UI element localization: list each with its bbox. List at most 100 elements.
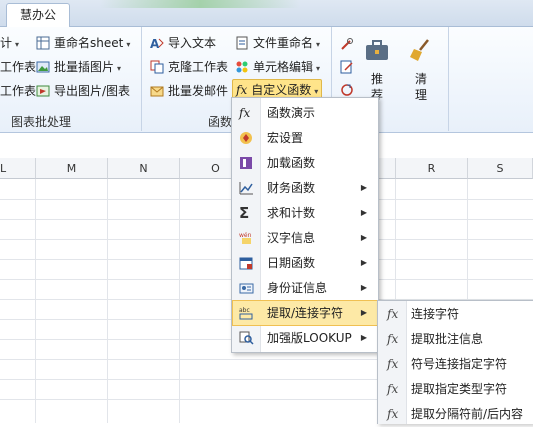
menu-item-id-card-info[interactable]: 身份证信息 ▶ (233, 276, 377, 300)
load-function-icon (240, 157, 252, 169)
svg-text:A: A (150, 37, 160, 50)
cell-edit-button[interactable]: 单元格编辑 ▾ (235, 57, 320, 77)
clean-label-2: 理 (414, 88, 427, 102)
import-text-button[interactable]: A 导入文本 (150, 33, 216, 53)
ribbon-clipped-2-label: 工作表 (0, 60, 37, 74)
column-header-s[interactable]: S (468, 158, 533, 179)
rename-sheet-icon (36, 36, 50, 50)
menu-item-label: 加载函数 (267, 156, 316, 170)
menu-item-date-function[interactable]: 日期函数 ▶ (233, 251, 377, 275)
submenu-item-label: 提取指定类型字符 (411, 382, 508, 396)
column-header-m[interactable]: M (36, 158, 108, 179)
menu-item-enhanced-lookup[interactable]: 加强版LOOKUP ▶ (233, 326, 377, 350)
menu-item-sum-count[interactable]: Σ 求和计数 ▶ (233, 201, 377, 225)
fx-icon: fx (387, 307, 399, 321)
chevron-down-icon: ▾ (314, 87, 319, 96)
menu-item-load-function[interactable]: 加载函数 (233, 151, 377, 175)
export-image-button[interactable]: 导出图片/图表 (36, 81, 130, 101)
menu-item-label: 财务函数 (267, 181, 316, 195)
menu-item-extract-connect[interactable]: abc 提取/连接字符 ▶ (232, 300, 378, 326)
rename-sheet-label: 重命名sheet (54, 36, 124, 50)
menu-item-label: 日期函数 (267, 256, 316, 270)
ribbon-clipped-2[interactable]: 工作表 (0, 57, 36, 77)
column-header-r[interactable]: R (396, 158, 468, 179)
grid-line (107, 179, 108, 423)
lookup-icon (239, 331, 254, 345)
ribbon-clipped-3-label: 工作表 (0, 84, 37, 98)
menu-item-label: 求和计数 (267, 206, 316, 220)
chinese-char-icon: wén (239, 232, 252, 244)
submenu-item-extract-delimiter[interactable]: fx 提取分隔符前/后内容 (379, 402, 533, 427)
column-header-n[interactable]: N (108, 158, 180, 179)
column-header-l[interactable]: L (0, 158, 36, 179)
clone-sheet-icon (150, 60, 164, 74)
id-card-icon (239, 283, 254, 294)
recommend-icon (366, 40, 388, 60)
chevron-right-icon: ▶ (360, 183, 367, 192)
submenu-item-extract-type[interactable]: fx 提取指定类型字符 (379, 377, 533, 402)
svg-text:abc: abc (239, 307, 250, 314)
clone-sheet-button[interactable]: 克隆工作表 (150, 57, 228, 77)
chevron-down-icon: ▾ (316, 64, 321, 73)
grid-line (179, 179, 180, 423)
chevron-right-icon: ▶ (360, 333, 367, 342)
submenu-item-label: 符号连接指定字符 (411, 357, 508, 371)
ribbon-clipped-3[interactable]: 工作表 (0, 81, 36, 101)
refresh-icon[interactable] (340, 83, 354, 97)
submenu-item-symbol-connect[interactable]: fx 符号连接指定字符 (379, 352, 533, 377)
chevron-right-icon: ▶ (360, 208, 367, 217)
fx-icon: fx (387, 332, 399, 346)
submenu-item-extract-comments[interactable]: fx 提取批注信息 (379, 327, 533, 352)
chevron-right-icon: ▶ (360, 283, 367, 292)
fx-icon: fx (239, 106, 251, 120)
chevron-right-icon: ▶ (360, 308, 367, 317)
batch-mail-icon (150, 86, 164, 97)
menu-item-function-demo[interactable]: fx 函数演示 (233, 101, 377, 125)
submenu-item-connect-chars[interactable]: fx 连接字符 (379, 302, 533, 327)
export-image-label: 导出图片/图表 (54, 84, 131, 98)
text-extract-icon: abc (239, 307, 253, 320)
menu-item-chinese-char-info[interactable]: wén 汉字信息 ▶ (233, 226, 377, 250)
custom-function-menu: fx 函数演示 宏设置 加载函数 财务函数 ▶ Σ 求和计数 ▶ wén 汉字信… (231, 97, 379, 353)
recommend-button[interactable]: 推 荐 (362, 37, 392, 103)
rename-sheet-button[interactable]: 重命名sheet ▾ (36, 33, 130, 53)
menu-item-label: 加强版LOOKUP (267, 331, 352, 345)
menu-item-label: 函数演示 (267, 106, 316, 120)
menu-item-finance-function[interactable]: 财务函数 ▶ (233, 176, 377, 200)
chevron-down-icon: ▾ (15, 40, 20, 49)
menu-item-label: 提取/连接字符 (267, 306, 344, 320)
chevron-right-icon: ▶ (360, 233, 367, 242)
submenu-item-label: 提取批注信息 (411, 332, 484, 346)
fx-icon: fx (387, 382, 399, 396)
group-label-function: 函数 (208, 115, 233, 129)
edit-note-icon[interactable] (340, 60, 354, 74)
cell-edit-label: 单元格编辑 (253, 60, 314, 74)
sigma-icon: Σ (239, 204, 250, 222)
submenu-item-label: 连接字符 (411, 307, 460, 321)
batch-mail-button[interactable]: 批量发邮件 (150, 81, 228, 101)
clone-sheet-label: 克隆工作表 (168, 60, 229, 74)
ribbon-clipped-1[interactable]: 计 ▾ (0, 33, 19, 53)
finance-icon (239, 182, 253, 195)
extract-connect-submenu: fx 连接字符 fx 提取批注信息 fx 符号连接指定字符 fx 提取指定类型字… (377, 300, 533, 424)
batch-mail-label: 批量发邮件 (168, 84, 229, 98)
svg-text:wén: wén (239, 232, 252, 239)
submenu-item-label: 提取分隔符前/后内容 (411, 407, 524, 421)
file-rename-button[interactable]: 文件重命名 ▾ (235, 33, 320, 53)
fx-icon: fx (387, 407, 399, 421)
batch-insert-images-button[interactable]: 批量插图片 ▾ (36, 57, 121, 77)
import-text-icon: A (150, 37, 164, 50)
menu-item-label: 身份证信息 (267, 281, 328, 295)
menu-item-label: 汉字信息 (267, 231, 316, 245)
tab-huibangong[interactable]: 慧办公 (6, 3, 70, 27)
chevron-down-icon: ▾ (117, 64, 122, 73)
chevron-down-icon: ▾ (126, 40, 131, 49)
export-image-icon (36, 85, 50, 97)
ribbon-separator (141, 27, 142, 131)
chevron-down-icon: ▾ (316, 40, 321, 49)
clean-button[interactable]: 清 理 (406, 37, 436, 103)
fx-icon: fx (387, 357, 399, 371)
wrench-icon[interactable] (340, 37, 354, 51)
insert-images-icon (36, 61, 50, 73)
menu-item-macro-settings[interactable]: 宏设置 (233, 126, 377, 150)
